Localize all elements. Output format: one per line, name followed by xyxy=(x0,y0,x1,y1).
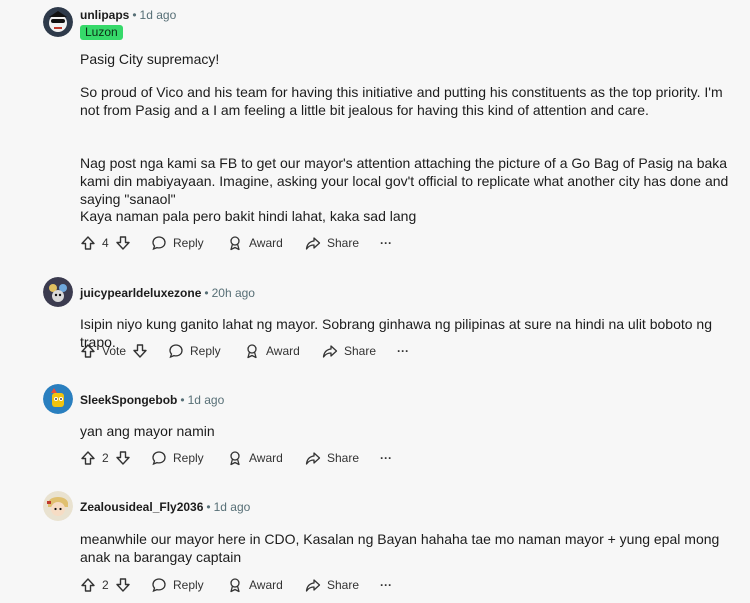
comment-text: yan ang mayor namin xyxy=(80,423,215,439)
timestamp: 1d ago xyxy=(213,500,251,514)
more-dots-icon: ··· xyxy=(380,236,392,250)
vote-group: 2 xyxy=(80,448,131,468)
vote-group: 4 xyxy=(80,233,131,253)
reply-button[interactable]: Reply xyxy=(168,341,221,361)
share-button[interactable]: Share xyxy=(305,575,359,595)
username[interactable]: juicypearldeluxezone xyxy=(80,286,201,300)
share-arrow-icon xyxy=(322,345,338,358)
username[interactable]: Zealousideal_Fly2036 xyxy=(80,500,203,514)
vote-count: Vote xyxy=(102,344,127,358)
reply-button[interactable]: Reply xyxy=(151,575,204,595)
award-icon xyxy=(230,236,240,251)
vote-count: 4 xyxy=(102,236,109,250)
upvote-icon[interactable] xyxy=(80,577,96,593)
comment-text: So proud of Vico and his team for having… xyxy=(80,84,723,118)
award-button[interactable]: Award xyxy=(227,575,283,595)
more-options-button[interactable]: ··· xyxy=(380,233,392,253)
avatar[interactable] xyxy=(43,491,73,521)
comment-text: Pasig City supremacy! xyxy=(80,51,220,67)
award-icon xyxy=(247,344,257,359)
share-button[interactable]: Share xyxy=(322,341,376,361)
more-options-button[interactable]: ··· xyxy=(397,341,409,361)
award-button[interactable]: Award xyxy=(244,341,300,361)
upvote-icon[interactable] xyxy=(80,343,96,359)
award-button[interactable]: Award xyxy=(227,448,283,468)
downvote-icon[interactable] xyxy=(115,577,131,593)
vote-count: 2 xyxy=(102,578,109,592)
comment-text: Kaya naman pala pero bakit hindi lahat, … xyxy=(80,208,417,224)
comment-meta: SleekSpongebob • 1d ago xyxy=(80,393,225,407)
upvote-icon[interactable] xyxy=(80,450,96,466)
more-options-button[interactable]: ··· xyxy=(380,448,392,468)
share-button[interactable]: Share xyxy=(305,233,359,253)
more-options-button[interactable]: ··· xyxy=(380,575,392,595)
award-icon xyxy=(230,451,240,466)
share-arrow-icon xyxy=(305,579,321,592)
downvote-icon[interactable] xyxy=(132,343,148,359)
username[interactable]: unlipaps xyxy=(80,8,129,22)
comment-meta: juicypearldeluxezone • 20h ago xyxy=(80,286,255,300)
vote-group: 2 xyxy=(80,575,131,595)
more-dots-icon: ··· xyxy=(397,344,409,358)
timestamp: 1d ago xyxy=(187,393,225,407)
more-dots-icon: ··· xyxy=(380,451,392,465)
avatar[interactable] xyxy=(43,277,73,307)
timestamp: 20h ago xyxy=(211,286,255,300)
share-arrow-icon xyxy=(305,237,321,250)
reply-bubble-icon xyxy=(152,451,166,466)
award-button[interactable]: Award xyxy=(227,233,283,253)
username[interactable]: SleekSpongebob xyxy=(80,393,177,407)
vote-count: 2 xyxy=(102,451,109,465)
downvote-icon[interactable] xyxy=(115,235,131,251)
reply-button[interactable]: Reply xyxy=(151,233,204,253)
reply-bubble-icon xyxy=(152,236,166,251)
comment-meta: Zealousideal_Fly2036 • 1d ago xyxy=(80,500,251,514)
user-flair: Luzon xyxy=(80,25,123,40)
award-icon xyxy=(230,578,240,593)
vote-group: Vote xyxy=(80,341,148,361)
reply-button[interactable]: Reply xyxy=(151,448,204,468)
comment-text: Nag post nga kami sa FB to get our mayor… xyxy=(80,155,729,207)
comment-meta: unlipaps • 1d ago xyxy=(80,8,177,22)
more-dots-icon: ··· xyxy=(380,578,392,592)
reply-bubble-icon xyxy=(152,578,166,593)
share-button[interactable]: Share xyxy=(305,448,359,468)
upvote-icon[interactable] xyxy=(80,235,96,251)
avatar[interactable] xyxy=(43,384,73,414)
reply-bubble-icon xyxy=(169,344,183,359)
share-arrow-icon xyxy=(305,452,321,465)
timestamp: 1d ago xyxy=(139,8,177,22)
comment-text: meanwhile our mayor here in CDO, Kasalan… xyxy=(80,531,720,565)
downvote-icon[interactable] xyxy=(115,450,131,466)
avatar[interactable] xyxy=(43,7,73,37)
